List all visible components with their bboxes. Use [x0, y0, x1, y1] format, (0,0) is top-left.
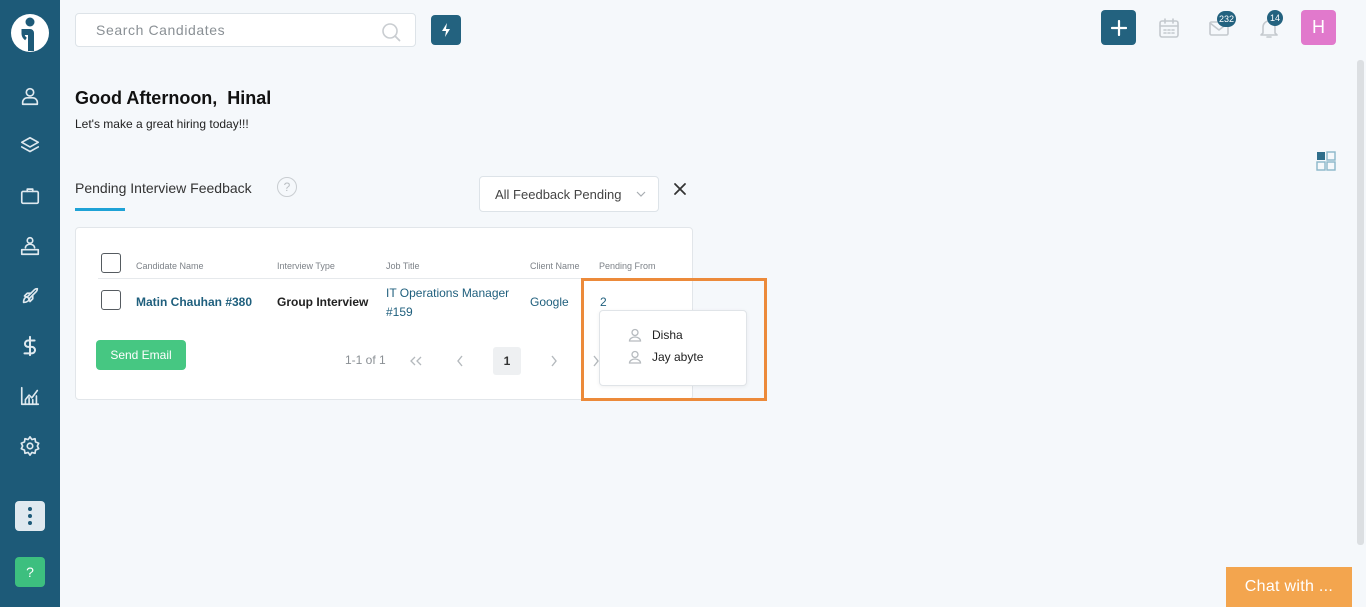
filter-selected-value: All Feedback Pending	[495, 187, 622, 202]
more-dot	[28, 507, 32, 511]
user-icon	[628, 328, 642, 342]
add-new-button[interactable]	[1101, 10, 1136, 45]
user-icon	[628, 350, 642, 364]
help-button[interactable]: ?	[15, 557, 45, 587]
greeting-title: Good Afternoon, Hinal	[75, 88, 272, 108]
pending-interviewer-item: Jay abyte	[628, 349, 703, 365]
more-options-button[interactable]	[15, 501, 45, 531]
widget-help-icon[interactable]: ?	[277, 177, 297, 197]
app-logo-icon[interactable]	[10, 10, 50, 54]
interview-type-cell: Group Interview	[277, 295, 369, 309]
quick-action-button[interactable]	[431, 15, 461, 45]
nav-dollar-icon[interactable]	[17, 333, 43, 359]
job-title-link-line1[interactable]: IT Operations Manager	[386, 286, 509, 300]
notifications-count-badge: 14	[1267, 10, 1283, 26]
sidebar: ?	[0, 0, 60, 607]
first-page-icon[interactable]	[408, 353, 424, 369]
select-all-checkbox[interactable]	[101, 253, 121, 273]
pending-from-popover: Disha Jay abyte	[599, 310, 747, 386]
candidate-name-link[interactable]: Matin Chauhan #380	[136, 295, 252, 309]
pending-interviewer-item: Disha	[628, 327, 683, 343]
chevron-down-icon	[636, 191, 646, 197]
column-header-interview-type: Interview Type	[277, 261, 335, 271]
user-avatar[interactable]: H	[1301, 10, 1336, 45]
nav-settings-gear-icon[interactable]	[17, 433, 43, 459]
pagination-info: 1-1 of 1	[345, 353, 386, 367]
send-email-button[interactable]: Send Email	[96, 340, 186, 370]
search-icon[interactable]	[381, 22, 401, 42]
current-page-button[interactable]: 1	[493, 347, 521, 375]
dashboard-layout-grid-icon[interactable]	[1316, 151, 1336, 171]
column-header-candidate-name: Candidate Name	[136, 261, 204, 271]
feedback-filter-select[interactable]: All Feedback Pending	[479, 176, 659, 212]
more-dot	[28, 514, 32, 518]
nav-candidates-icon[interactable]	[17, 83, 43, 109]
nav-rocket-icon[interactable]	[17, 283, 43, 309]
nav-jobs-briefcase-icon[interactable]	[17, 183, 43, 209]
close-widget-icon[interactable]	[672, 181, 688, 197]
row-checkbox[interactable]	[101, 290, 121, 310]
search-input[interactable]	[76, 14, 366, 46]
search-box	[75, 13, 416, 47]
previous-page-icon[interactable]	[452, 353, 468, 369]
nav-clients-org-icon[interactable]	[17, 233, 43, 259]
table-header-divider	[98, 278, 676, 279]
column-header-pending-from: Pending From	[599, 261, 656, 271]
calendar-icon[interactable]	[1158, 17, 1180, 39]
messages-count-badge: 232	[1217, 11, 1237, 27]
client-name-link[interactable]: Google	[530, 295, 569, 309]
nav-layers-icon[interactable]	[17, 133, 43, 159]
chat-widget-button[interactable]: Chat with ...	[1226, 567, 1352, 607]
greeting-subtitle: Let's make a great hiring today!!!	[75, 117, 249, 131]
pending-interviewer-name: Jay abyte	[652, 350, 704, 364]
widget-title[interactable]: Pending Interview Feedback	[75, 180, 252, 196]
plus-icon	[1110, 19, 1127, 36]
column-header-job-title: Job Title	[386, 261, 420, 271]
more-dot	[28, 521, 32, 525]
pending-from-count-link[interactable]: 2	[600, 295, 607, 309]
lightning-icon	[442, 23, 450, 37]
next-page-icon[interactable]	[546, 353, 562, 369]
job-title-link-line2[interactable]: #159	[386, 305, 413, 319]
active-tab-indicator	[75, 208, 125, 211]
pending-interviewer-name: Disha	[652, 328, 683, 342]
nav-analytics-icon[interactable]	[17, 383, 43, 409]
column-header-client-name: Client Name	[530, 261, 580, 271]
scrollbar-thumb[interactable]	[1357, 60, 1364, 545]
